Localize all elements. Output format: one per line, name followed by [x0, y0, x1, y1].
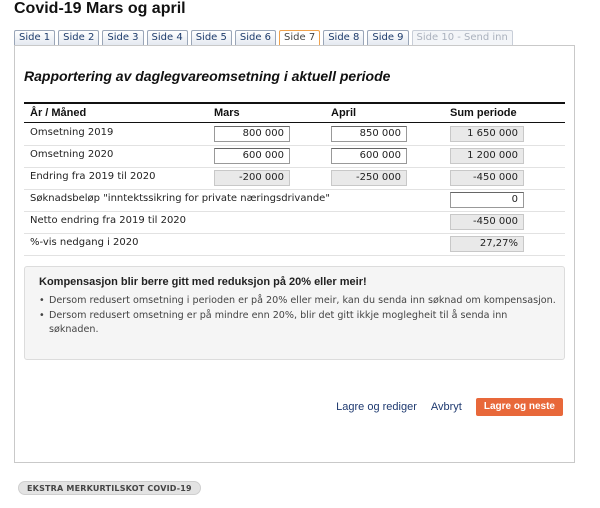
- table-row-netto-endring: Netto endring fra 2019 til 2020 -450 000: [24, 212, 565, 234]
- endring-sum-field: -450 000: [450, 170, 524, 186]
- tab-side-4[interactable]: Side 4: [146, 30, 188, 45]
- cancel-link[interactable]: Avbryt: [431, 401, 462, 413]
- save-and-edit-link[interactable]: Lagre og rediger: [336, 401, 417, 413]
- tab-side-2[interactable]: Side 2: [58, 30, 100, 45]
- row-label: Netto endring fra 2019 til 2020: [30, 215, 187, 226]
- info-list-item: Dersom redusert omsetning i perioden er …: [39, 294, 559, 308]
- column-header-mars: Mars: [214, 107, 240, 119]
- omsetning-2020-april-input[interactable]: 600 000: [331, 148, 407, 164]
- info-box: Kompensasjon blir berre gitt med reduksj…: [24, 266, 565, 360]
- table-row-soknadsbelop: Søknadsbeløp "inntektssikring for privat…: [24, 190, 565, 212]
- row-label: Søknadsbeløp "inntektssikring for privat…: [30, 193, 330, 204]
- table-row-prosent-nedgang: %-vis nedgang i 2020 27,27%: [24, 234, 565, 256]
- tab-side-8[interactable]: Side 8: [323, 30, 365, 45]
- info-list-item: Dersom redusert omsetning er på mindre e…: [39, 309, 559, 337]
- omsetning-2020-sum-field: 1 200 000: [450, 148, 524, 164]
- netto-endring-sum-field: -450 000: [450, 214, 524, 230]
- omsetning-2019-april-input[interactable]: 850 000: [331, 126, 407, 142]
- row-label: Omsetning 2019: [30, 127, 114, 138]
- column-header-period: År / Måned: [30, 107, 87, 119]
- endring-mars-field: -200 000: [214, 170, 290, 186]
- table-header: År / Måned Mars April Sum periode: [24, 102, 565, 123]
- form-panel: Rapportering av daglegvareomsetning i ak…: [14, 45, 575, 463]
- footer-badge: EKSTRA MERKURTILSKOT COVID-19: [18, 481, 201, 495]
- prosent-nedgang-field: 27,27%: [450, 236, 524, 252]
- info-list: Dersom redusert omsetning i perioden er …: [39, 294, 559, 338]
- tab-side-7[interactable]: Side 7: [279, 30, 321, 46]
- form-actions: Lagre og rediger Avbryt Lagre og neste: [336, 398, 563, 416]
- row-label: Omsetning 2020: [30, 149, 114, 160]
- save-and-next-button[interactable]: Lagre og neste: [475, 398, 563, 416]
- endring-april-field: -250 000: [331, 170, 407, 186]
- tab-side-1[interactable]: Side 1: [14, 30, 56, 45]
- omsetning-2019-mars-input[interactable]: 800 000: [214, 126, 290, 142]
- row-label: %-vis nedgang i 2020: [30, 237, 139, 248]
- tab-side-9[interactable]: Side 9: [367, 30, 409, 45]
- tab-side-10-send-inn: Side 10 - Send inn: [411, 30, 513, 45]
- info-title: Kompensasjon blir berre gitt med reduksj…: [39, 276, 367, 288]
- row-label: Endring fra 2019 til 2020: [30, 171, 156, 182]
- tab-bar: Side 1 Side 2 Side 3 Side 4 Side 5 Side …: [14, 30, 516, 46]
- tab-side-5[interactable]: Side 5: [190, 30, 232, 45]
- column-header-sum: Sum periode: [450, 107, 517, 119]
- tab-side-6[interactable]: Side 6: [234, 30, 277, 45]
- form-heading: Rapportering av daglegvareomsetning i ak…: [24, 68, 391, 84]
- omsetning-2020-mars-input[interactable]: 600 000: [214, 148, 290, 164]
- table-row-omsetning-2020: Omsetning 2020 600 000 600 000 1 200 000: [24, 146, 565, 168]
- tab-side-3[interactable]: Side 3: [102, 30, 144, 45]
- soknadsbelop-input[interactable]: 0: [450, 192, 524, 208]
- page-title: Covid-19 Mars og april: [14, 0, 186, 17]
- column-header-april: April: [331, 107, 357, 119]
- omsetning-2019-sum-field: 1 650 000: [450, 126, 524, 142]
- table-row-omsetning-2019: Omsetning 2019 800 000 850 000 1 650 000: [24, 124, 565, 146]
- table-row-endring: Endring fra 2019 til 2020 -200 000 -250 …: [24, 168, 565, 190]
